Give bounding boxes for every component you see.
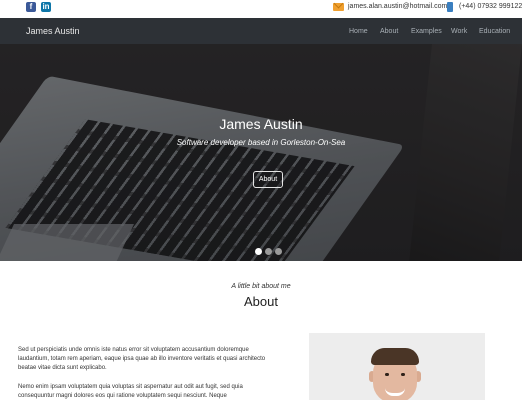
nav-item-education[interactable]: Education	[479, 27, 510, 36]
about-kicker: A little bit about me	[231, 283, 291, 290]
carousel-dot-3[interactable]	[275, 248, 282, 255]
nav-item-about[interactable]: About	[380, 27, 398, 36]
phone-number[interactable]: (+44) 07932 999122	[459, 2, 522, 12]
about-paragraph-1: Sed ut perspiciatis unde omnis iste natu…	[18, 347, 266, 371]
photo-eye-right	[401, 373, 405, 376]
nav-item-examples[interactable]: Examples	[411, 27, 442, 36]
hero-overlay	[0, 44, 522, 261]
about-paragraph-2: Nemo enim ipsam voluptatem quia voluptas…	[18, 384, 243, 399]
linkedin-icon[interactable]: in	[41, 2, 51, 12]
hero-carousel: James Austin Software developer based in…	[0, 44, 522, 261]
photo-hair	[371, 348, 419, 365]
email-link[interactable]: james.alan.austin@hotmail.com	[348, 2, 447, 12]
profile-photo	[309, 333, 485, 400]
hero-title: James Austin	[219, 116, 303, 132]
hero-about-button[interactable]: About	[253, 171, 283, 188]
nav-item-work[interactable]: Work	[451, 27, 467, 36]
phone-icon	[447, 2, 453, 12]
photo-eye-left	[385, 373, 389, 376]
main-navbar: James Austin Home About Examples Work Ed…	[0, 18, 522, 44]
nav-item-home[interactable]: Home	[349, 27, 368, 36]
carousel-dot-2[interactable]	[265, 248, 272, 255]
navbar-brand[interactable]: James Austin	[26, 25, 80, 37]
facebook-icon[interactable]: f	[26, 2, 36, 12]
contact-bar: f in james.alan.austin@hotmail.com (+44)…	[0, 0, 522, 18]
email-icon	[333, 3, 344, 11]
hero-subtitle: Software developer based in Gorleston-On…	[176, 138, 346, 147]
carousel-dot-1[interactable]	[255, 248, 262, 255]
about-heading: About	[244, 294, 278, 309]
